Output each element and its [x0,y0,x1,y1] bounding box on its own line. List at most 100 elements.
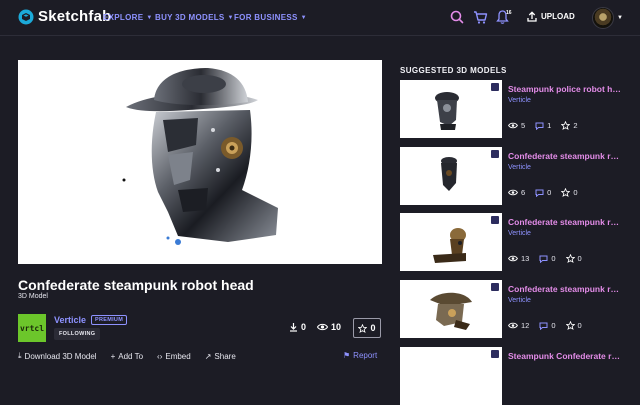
author-logo[interactable]: vrtcl [18,314,46,342]
views-count: 5 [521,121,526,130]
comments-count: 1 [547,121,552,130]
eye-icon [508,255,518,262]
add-to-label: Add To [118,351,144,361]
share-icon: ↗ [204,351,212,361]
nav-explore[interactable]: EXPLORE ▼ [103,13,153,22]
comments-count: 0 [551,321,556,330]
chevron-down-icon[interactable]: ▼ [617,15,623,21]
suggested-author[interactable]: Verticle [508,97,531,104]
views-count: 12 [521,321,530,330]
cart-icon[interactable] [473,9,488,25]
chevron-down-icon: ▼ [300,14,307,21]
sketchfab-logo[interactable]: Sketchfab [18,8,112,25]
download-label: Download 3D Model [24,351,97,361]
premium-badge: PREMIUM [91,315,128,325]
suggested-thumbnail[interactable] [400,280,502,338]
star-icon [561,121,571,130]
suggested-stats: 5 1 2 [508,121,578,130]
suggested-card[interactable]: Confederate steampunk robot Verticle 12 … [400,280,622,338]
eye-icon [508,122,518,129]
suggested-stats: 12 0 0 [508,321,582,330]
model-subtitle: 3D Model [18,293,48,300]
model-viewer[interactable] [18,60,382,264]
suggested-title[interactable]: Confederate steampunk robot [508,151,622,161]
comment-icon [535,189,544,197]
robot-thumbnail-image [435,92,459,130]
bookmark-icon [491,283,499,291]
bookmark-icon [491,83,499,91]
comment-icon [535,122,544,130]
downloads-stat: 0 [289,322,306,332]
chevron-down-icon: ▼ [227,14,234,21]
suggested-card[interactable]: Confederate steampunk robot Verticle 6 0… [400,147,622,205]
eye-icon [317,323,328,331]
nav-explore-label: EXPLORE [103,13,144,22]
star-icon [565,321,575,330]
suggested-title[interactable]: Confederate steampunk robot [508,284,622,294]
views-count: 13 [521,254,530,263]
comments-count: 0 [547,188,552,197]
star-icon [565,254,575,263]
suggested-thumbnail[interactable] [400,347,502,405]
likes-count: 0 [370,323,376,333]
code-icon: ‹› [157,351,163,361]
like-button[interactable]: 0 [353,318,381,338]
suggested-stats: 13 0 0 [508,254,582,263]
download-icon [290,323,297,332]
suggested-author[interactable]: Verticle [508,297,531,304]
downloads-count: 0 [301,322,307,332]
views-count: 10 [331,322,342,332]
robot-thumbnail-image [433,228,466,263]
following-button[interactable]: FOLLOWING [54,328,101,340]
robot-head-render [122,68,278,245]
likes-count: 0 [573,188,578,197]
suggested-title[interactable]: Confederate steampunk robot [508,217,622,227]
top-bar: Sketchfab EXPLORE ▼ BUY 3D MODELS ▼ FOR … [0,0,640,36]
avatar[interactable] [592,7,614,29]
views-count: 6 [521,188,526,197]
robot-thumbnail-image [441,157,457,191]
suggested-card[interactable]: Steampunk Confederate robot [400,347,622,405]
suggested-card[interactable]: Confederate steampunk robot Verticle 13 … [400,213,622,271]
search-icon[interactable] [450,9,464,25]
nav-buy-3d-models[interactable]: BUY 3D MODELS ▼ [155,13,234,22]
suggested-author[interactable]: Verticle [508,164,531,171]
comment-icon [539,322,548,330]
plus-icon: + [110,351,116,361]
embed-label: Embed [165,351,191,361]
suggested-author[interactable]: Verticle [508,230,531,237]
suggested-stats: 6 0 0 [508,188,578,197]
upload-icon [527,11,537,22]
comments-count: 0 [551,254,556,263]
nav-for-business[interactable]: FOR BUSINESS ▼ [234,13,307,22]
author-name-link[interactable]: Verticle [54,315,86,325]
bookmark-icon [491,216,499,224]
comment-icon [539,255,548,263]
bookmark-icon [491,150,499,158]
report-label: Report [353,351,378,360]
suggested-card[interactable]: Steampunk police robot head Verticle 5 1… [400,80,622,138]
suggested-thumbnail[interactable] [400,147,502,205]
flag-icon: ⚑ [343,351,351,360]
notification-count: 16 [506,10,512,16]
suggested-title[interactable]: Steampunk police robot head [508,84,622,94]
suggested-heading: SUGGESTED 3D MODELS [400,66,507,75]
model-title: Confederate steampunk robot head [18,277,254,293]
eye-icon [508,189,518,196]
sketchfab-logo-icon [18,9,34,24]
nav-business-label: FOR BUSINESS [234,13,298,22]
star-icon [561,188,571,197]
suggested-thumbnail[interactable] [400,213,502,271]
eye-icon [508,322,518,329]
suggested-thumbnail[interactable] [400,80,502,138]
likes-count: 2 [573,121,578,130]
share-label: Share [214,351,236,361]
likes-count: 0 [577,254,582,263]
robot-thumbnail-image [430,292,472,330]
star-icon [358,323,368,333]
report-button[interactable]: ⚑ Report [343,351,377,360]
views-stat: 10 [317,322,341,332]
brand-name: Sketchfab [38,8,112,25]
bookmark-icon [491,350,499,358]
upload-button[interactable]: UPLOAD [527,11,575,22]
